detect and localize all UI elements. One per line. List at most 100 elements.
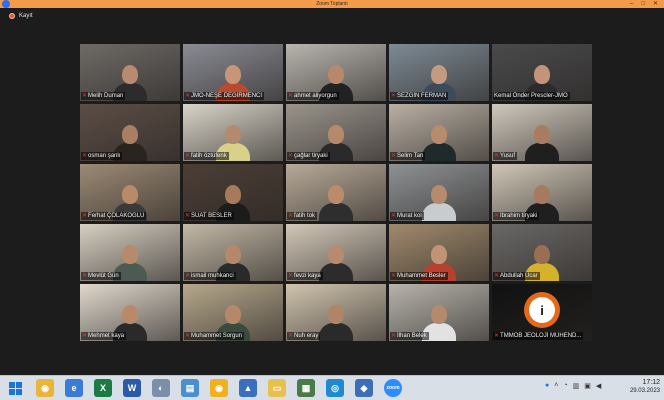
file-explorer-icon: ▭ — [272, 382, 282, 393]
participant-name: TMMOB JEOLOJİ MÜHEND... — [500, 333, 582, 339]
clock[interactable]: 17:12 29.03.2023 — [630, 378, 660, 396]
upload-taskbar-button[interactable]: ▲ — [239, 379, 257, 397]
participant-tile[interactable]: i ✕ TMMOB JEOLOJİ MÜHEND... — [492, 284, 592, 341]
window-title: Zoom Toplantı — [316, 1, 348, 7]
muted-mic-icon: ✕ — [185, 153, 191, 159]
participant-name-label: ✕ İlhan Belek — [390, 332, 429, 340]
network-app-icon: ▦ — [301, 382, 311, 393]
notes-icon: ▤ — [185, 382, 195, 393]
participant-tile[interactable]: ✕ Selim Tan — [389, 104, 489, 161]
clock-time: 17:12 — [642, 379, 660, 386]
muted-mic-icon: ✕ — [82, 273, 88, 279]
wifi-icon[interactable]: ◔ — [563, 382, 567, 390]
speaker-icon[interactable]: ◀ — [596, 382, 601, 390]
participant-tile[interactable]: ✕ Muhammet Sorgun — [183, 284, 283, 341]
participant-tile[interactable]: ✕ ahmet aliyorgun — [286, 44, 386, 101]
participant-tile[interactable]: ✕ fatih tok — [286, 164, 386, 221]
participant-tile[interactable]: ✕ çağlar tiryaki — [286, 104, 386, 161]
excel-taskbar-button[interactable]: X — [94, 379, 112, 397]
participant-tile[interactable]: Kemal Önder Prescler-JMO — [492, 44, 592, 101]
zoom-taskbar-button[interactable]: zoom — [384, 379, 402, 397]
recording-label: Kayıt — [19, 13, 33, 19]
word-taskbar-button[interactable]: W — [123, 379, 141, 397]
chrome-taskbar-button[interactable]: ◉ — [36, 379, 54, 397]
file-explorer-taskbar-button[interactable]: ▭ — [268, 379, 286, 397]
muted-mic-icon: ✕ — [82, 333, 88, 339]
word-icon: W — [127, 383, 137, 393]
participant-name-label: ✕ Mehmet kaya — [81, 332, 127, 340]
edge-icon: ◎ — [331, 382, 339, 393]
organization-logo: i — [524, 292, 560, 328]
network-app-taskbar-button[interactable]: ▦ — [297, 379, 315, 397]
participant-video — [319, 181, 353, 221]
participant-tile[interactable]: ✕ fatih öztüfenk — [183, 104, 283, 161]
participant-tile[interactable]: ✕ JMO-NEŞE DEĞİRMENCİ — [183, 44, 283, 101]
media-player-taskbar-button[interactable]: ◐ — [152, 379, 170, 397]
participant-tile[interactable]: ✕ ismail muhkanci — [183, 224, 283, 281]
participant-tile[interactable]: ✕ Mehmet kaya — [80, 284, 180, 341]
maximize-button[interactable]: □ — [641, 0, 645, 8]
participant-tile[interactable]: ✕ Yusuf — [492, 104, 592, 161]
participant-name: Abdullah Ucar — [500, 273, 538, 279]
participant-name: İlhan Belek — [397, 333, 427, 339]
network-icon[interactable]: ▥ — [573, 382, 580, 390]
participant-tile[interactable]: ✕ fevzi kaya — [286, 224, 386, 281]
muted-mic-icon: ✕ — [494, 153, 500, 159]
participant-name-label: ✕ SEZGİN FERMAN — [390, 92, 449, 100]
record-icon — [9, 13, 15, 19]
outlook-taskbar-button[interactable]: ◆ — [355, 379, 373, 397]
participant-name: fatih tok — [294, 213, 316, 219]
participant-video — [422, 121, 456, 161]
participant-name-label: ✕ Selim Tan — [390, 152, 426, 160]
recording-indicator[interactable]: Kayıt — [9, 13, 33, 19]
windows-start-button[interactable] — [6, 379, 24, 397]
participant-name: Muhammet Besler — [397, 273, 446, 279]
chevron-up-icon[interactable]: ˄ — [554, 382, 558, 390]
keyboard-icon[interactable]: ▣ — [584, 382, 591, 390]
participant-name-label: ✕ çağlar tiryaki — [287, 152, 330, 160]
muted-mic-icon: ✕ — [185, 273, 191, 279]
participant-tile[interactable]: ✕ SEZGİN FERMAN — [389, 44, 489, 101]
chrome-canary-taskbar-button[interactable]: ◉ — [210, 379, 228, 397]
participant-tile[interactable]: ✕ Nuh eray — [286, 284, 386, 341]
participant-video — [525, 121, 559, 161]
participant-name-label: ✕ Ferhat ÇOLAKOĞLU — [81, 212, 147, 220]
participant-tile[interactable]: ✕ osman şanlı — [80, 104, 180, 161]
participant-name-label: ✕ ahmet aliyorgun — [287, 92, 339, 100]
system-tray: ● ˄ ◔ ▥ ▣ ◀ — [545, 382, 601, 390]
participant-name-label: ✕ fevzi kaya — [287, 272, 323, 280]
participant-tile[interactable]: ✕ SUAT BESLER — [183, 164, 283, 221]
participant-name: ismail muhkanci — [191, 273, 234, 279]
participant-tile[interactable]: ✕ Ferhat ÇOLAKOĞLU — [80, 164, 180, 221]
muted-mic-icon: ✕ — [391, 213, 397, 219]
edge-taskbar-button[interactable]: ◎ — [326, 379, 344, 397]
participant-tile[interactable]: ✕ İbrahim tiryaki — [492, 164, 592, 221]
muted-mic-icon: ✕ — [391, 333, 397, 339]
muted-mic-icon: ✕ — [288, 213, 294, 219]
participant-name-label: Kemal Önder Prescler-JMO — [493, 92, 570, 100]
participant-tile[interactable]: ✕ Murat kol — [389, 164, 489, 221]
muted-mic-icon: ✕ — [82, 93, 88, 99]
muted-mic-icon: ✕ — [288, 273, 294, 279]
windows-start-icon — [8, 381, 22, 395]
participant-name-label: ✕ Muhammet Besler — [390, 272, 448, 280]
minimize-button[interactable]: – — [630, 0, 633, 8]
participant-name: fevzi kaya — [294, 273, 321, 279]
close-button[interactable]: ✕ — [653, 0, 658, 8]
muted-mic-icon: ✕ — [288, 333, 294, 339]
participant-name: İbrahim tiryaki — [500, 213, 538, 219]
participant-tile[interactable]: ✕ Melih Duman — [80, 44, 180, 101]
participant-name-label: ✕ SUAT BESLER — [184, 212, 234, 220]
participant-tile[interactable]: ✕ Abdullah Ucar — [492, 224, 592, 281]
muted-mic-icon: ✕ — [391, 93, 397, 99]
participant-tile[interactable]: ✕ Muhammet Besler — [389, 224, 489, 281]
participant-tile[interactable]: ✕ Mevlüt Gün — [80, 224, 180, 281]
notes-taskbar-button[interactable]: ▤ — [181, 379, 199, 397]
help-icon[interactable]: ● — [545, 382, 549, 390]
participant-tile[interactable]: ✕ İlhan Belek — [389, 284, 489, 341]
participant-name: çağlar tiryaki — [294, 153, 328, 159]
participant-name-label: ✕ ismail muhkanci — [184, 272, 236, 280]
internet-explorer-taskbar-button[interactable]: e — [65, 379, 83, 397]
muted-mic-icon: ✕ — [288, 93, 294, 99]
participant-video — [319, 241, 353, 281]
